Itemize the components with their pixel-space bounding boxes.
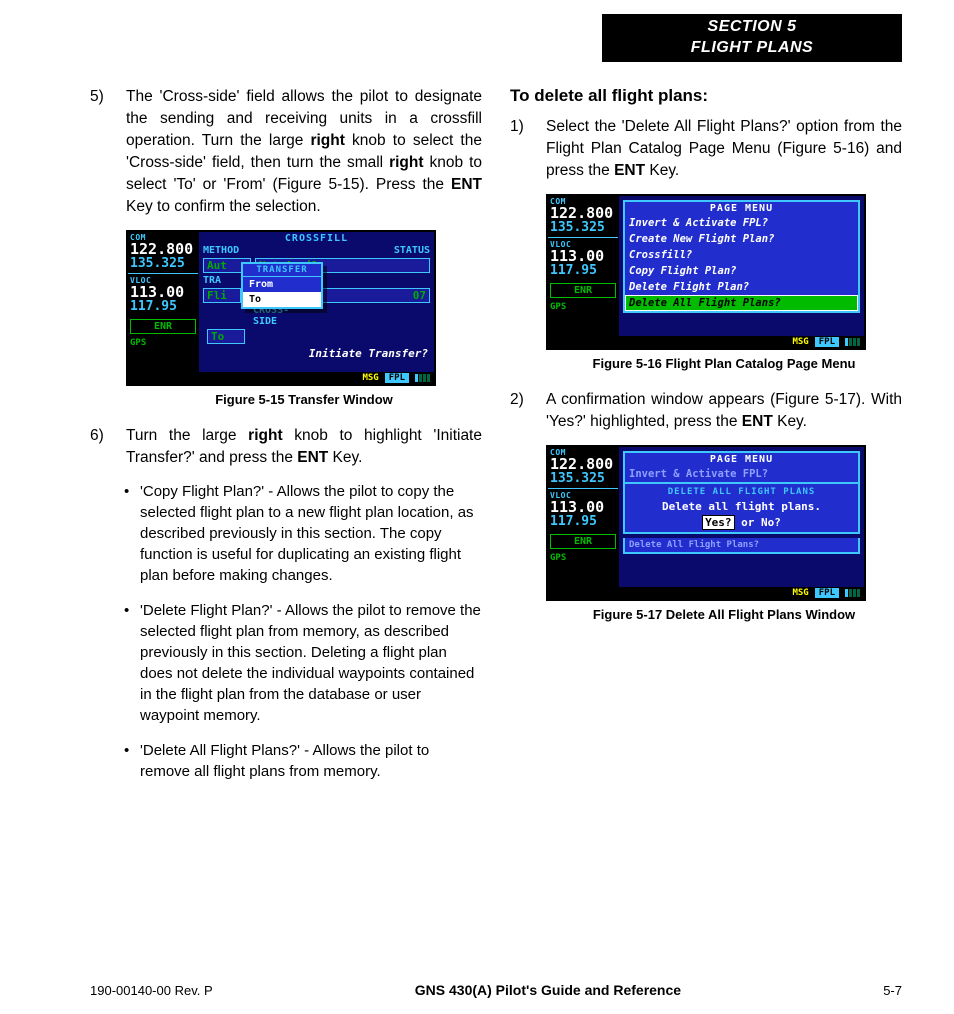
step-number: 6) <box>90 425 114 469</box>
step-number: 2) <box>510 389 534 433</box>
figure-5-16-caption: Figure 5-16 Flight Plan Catalog Page Men… <box>546 356 902 371</box>
step-6: 6) Turn the large right knob to highligh… <box>90 425 482 469</box>
bullet-item: 'Copy Flight Plan?' - Allows the pilot t… <box>124 481 482 586</box>
page-menu: PAGE MENU Invert & Activate FPL? Create … <box>623 200 860 313</box>
bullet-item: 'Delete Flight Plan?' - Allows the pilot… <box>124 600 482 726</box>
delete-confirm-box: DELETE ALL FLIGHT PLANS Delete all fligh… <box>623 482 860 534</box>
step-number: 1) <box>510 116 534 182</box>
initiate-transfer-prompt: Initiate Transfer? <box>199 345 434 362</box>
right-column: To delete all flight plans: 1) Select th… <box>510 86 902 796</box>
gps-left-panel: COM 122.800 135.325 VLOC 113.00 117.95 E… <box>548 447 618 599</box>
page-menu-dim: PAGE MENU Invert & Activate FPL? <box>623 451 860 482</box>
footer-page-number: 5-7 <box>883 983 902 998</box>
figure-5-15-caption: Figure 5-15 Transfer Window <box>126 392 482 407</box>
step-text: Turn the large right knob to highlight '… <box>126 425 482 469</box>
step-text: The 'Cross-side' field allows the pilot … <box>126 86 482 218</box>
gps-left-panel: COM 122.800 135.325 VLOC 113.00 117.95 E… <box>548 196 618 348</box>
gps-footer: MSG FPL <box>619 587 864 599</box>
step-text: Select the 'Delete All Flight Plans?' op… <box>546 116 902 182</box>
footer-title: GNS 430(A) Pilot's Guide and Reference <box>415 982 681 998</box>
gps-right-screen: CROSSFILL METHOD STATUS Aut Not Avail TR… <box>198 232 434 384</box>
delete-all-heading: To delete all flight plans: <box>510 86 902 106</box>
gps-screen-transfer: COM 122.800 135.325 VLOC 113.00 117.95 E… <box>126 230 436 386</box>
gps-right-screen: PAGE MENU Invert & Activate FPL? DELETE … <box>618 447 864 599</box>
section-line1: SECTION 5 <box>602 17 902 38</box>
figure-5-15: COM 122.800 135.325 VLOC 113.00 117.95 E… <box>126 230 436 386</box>
step-text: A confirmation window appears (Figure 5-… <box>546 389 902 433</box>
gps-screen-delete-confirm: COM 122.800 135.325 VLOC 113.00 117.95 E… <box>546 445 866 601</box>
gps-screen-page-menu: COM 122.800 135.325 VLOC 113.00 117.95 E… <box>546 194 866 350</box>
footer-rev: 190-00140-00 Rev. P <box>90 983 213 998</box>
gps-right-screen: PAGE MENU Invert & Activate FPL? Create … <box>618 196 864 348</box>
gps-left-panel: COM 122.800 135.325 VLOC 113.00 117.95 E… <box>128 232 198 384</box>
step-1-right: 1) Select the 'Delete All Flight Plans?'… <box>510 116 902 182</box>
left-column: 5) The 'Cross-side' field allows the pil… <box>90 86 482 796</box>
section-line2: FLIGHT PLANS <box>602 38 902 59</box>
gps-footer: MSG FPL <box>199 372 434 384</box>
main-content: 5) The 'Cross-side' field allows the pil… <box>90 86 902 796</box>
page-menu-dim-bottom: Delete All Flight Plans? <box>623 538 860 554</box>
bullet-list: 'Copy Flight Plan?' - Allows the pilot t… <box>124 481 482 782</box>
figure-5-17: COM 122.800 135.325 VLOC 113.00 117.95 E… <box>546 445 866 601</box>
page-footer: 190-00140-00 Rev. P GNS 430(A) Pilot's G… <box>90 982 902 998</box>
gps-footer: MSG FPL <box>619 336 864 348</box>
section-banner: SECTION 5 FLIGHT PLANS <box>602 14 902 62</box>
step-5: 5) The 'Cross-side' field allows the pil… <box>90 86 482 218</box>
transfer-popup: TRANSFER From To <box>241 262 323 309</box>
bullet-item: 'Delete All Flight Plans?' - Allows the … <box>124 740 482 782</box>
yes-no-prompt: Yes? or No? <box>627 516 856 529</box>
figure-5-16: COM 122.800 135.325 VLOC 113.00 117.95 E… <box>546 194 866 350</box>
figure-5-17-caption: Figure 5-17 Delete All Flight Plans Wind… <box>546 607 902 622</box>
step-number: 5) <box>90 86 114 218</box>
step-2-right: 2) A confirmation window appears (Figure… <box>510 389 902 433</box>
